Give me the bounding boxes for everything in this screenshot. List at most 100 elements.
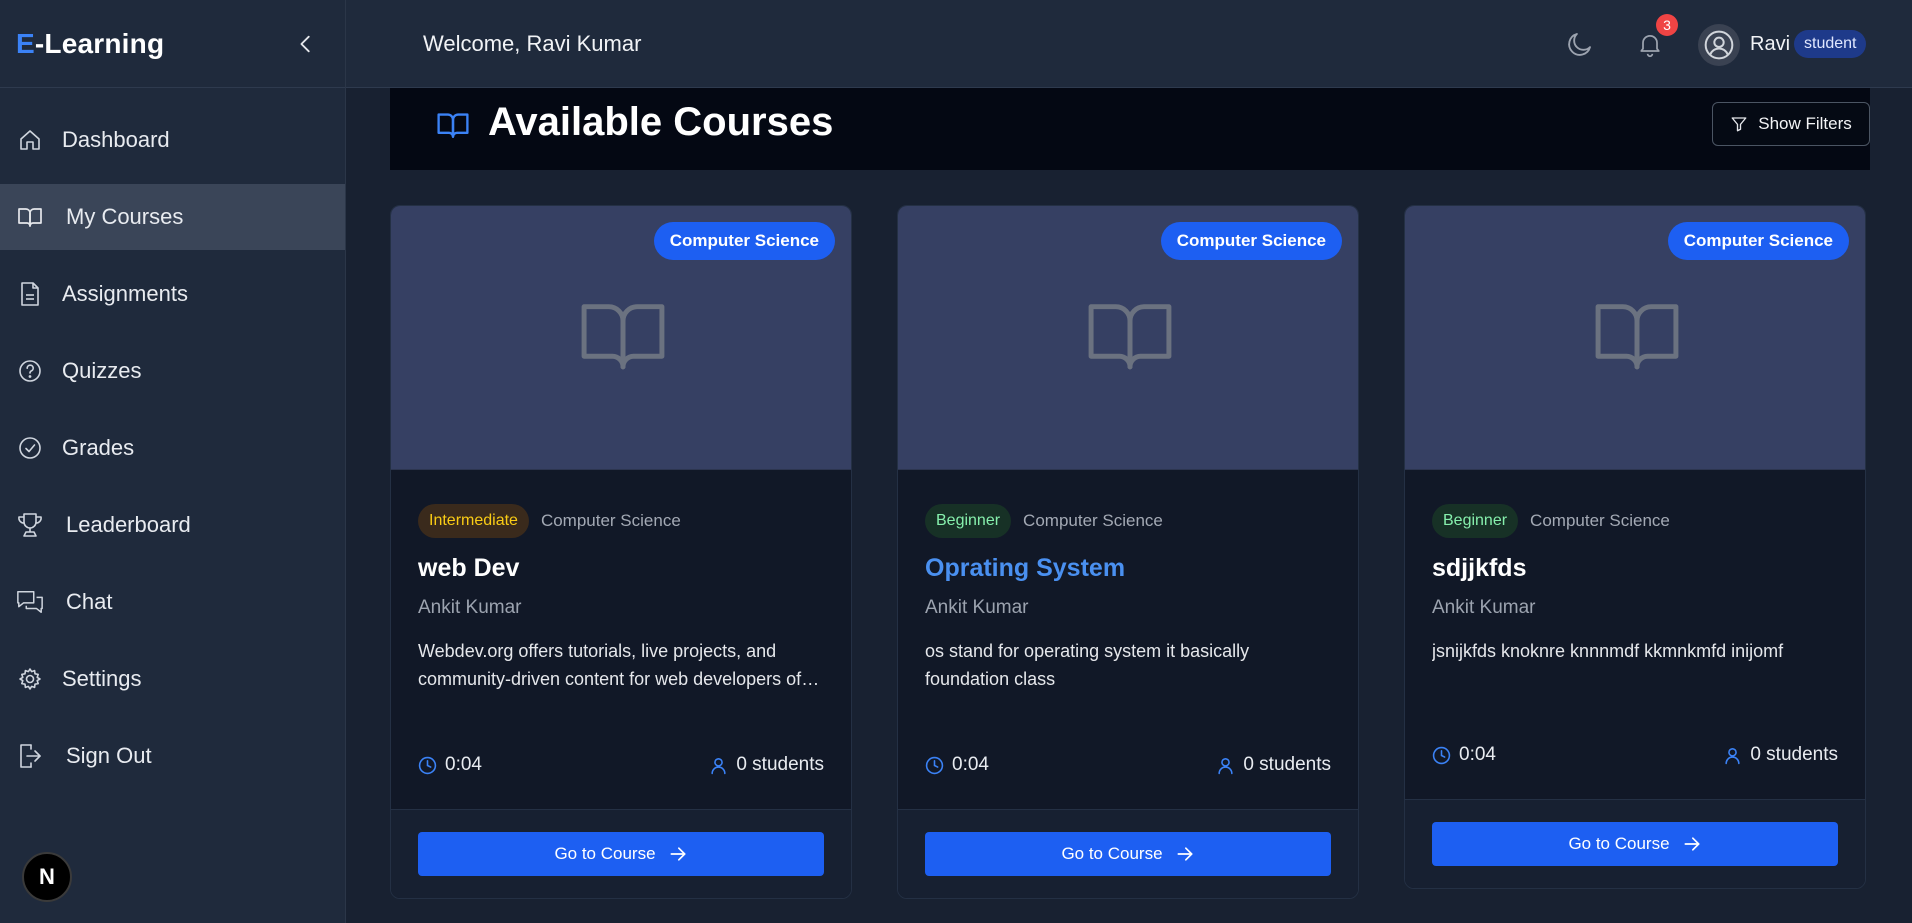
duration-value: 0:04 xyxy=(952,754,989,775)
welcome-message: Welcome, Ravi Kumar xyxy=(423,31,642,56)
sidebar-item-my-courses[interactable]: My Courses xyxy=(0,184,345,250)
sidebar-item-label: Quizzes xyxy=(62,358,142,383)
moon-icon xyxy=(1568,33,1591,56)
sidebar-item-label: Leaderboard xyxy=(66,512,191,537)
course-category: Computer Science xyxy=(1023,511,1163,530)
course-card: Computer Science Beginner Computer Scien… xyxy=(897,205,1359,899)
bell-icon xyxy=(1640,34,1660,58)
course-description: Webdev.org offers tutorials, live projec… xyxy=(418,641,802,689)
category-badge[interactable]: Computer Science xyxy=(1667,222,1849,260)
course-thumbnail: Computer Science xyxy=(898,206,1358,470)
book-icon xyxy=(437,113,469,138)
course-title[interactable]: sdjjkfds xyxy=(1432,554,1838,583)
chevron-left-icon xyxy=(300,35,310,53)
show-filters-button[interactable]: Show Filters xyxy=(1712,102,1870,146)
sidebar: E-Learning Dashboard My Courses Assignme… xyxy=(0,0,346,923)
sidebar-item-chat[interactable]: Chat xyxy=(0,569,345,635)
course-meta: 0:04 0 students xyxy=(418,751,824,779)
main-content: Available Courses Show Filters Computer … xyxy=(346,88,1912,923)
students-value: 0 students xyxy=(1243,754,1331,775)
sidebar-item-settings[interactable]: Settings xyxy=(0,646,345,712)
collapse-sidebar-button[interactable] xyxy=(290,28,322,60)
course-card-footer: Go to Course xyxy=(898,809,1358,898)
go-to-course-button[interactable]: Go to Course xyxy=(418,832,824,876)
category-badge[interactable]: Computer Science xyxy=(1160,222,1342,260)
filter-icon xyxy=(1731,117,1747,132)
arrow-right-icon xyxy=(670,847,686,861)
course-tags: Beginner Computer Science xyxy=(925,504,1331,538)
go-to-course-button[interactable]: Go to Course xyxy=(1432,822,1838,866)
sidebar-item-assignments[interactable]: Assignments xyxy=(0,261,345,327)
nextjs-badge[interactable]: N xyxy=(22,852,72,902)
brand-logo[interactable]: E-Learning xyxy=(16,28,164,60)
avatar[interactable] xyxy=(1698,24,1740,66)
sidebar-item-label: My Courses xyxy=(66,204,184,229)
trophy-icon xyxy=(16,511,44,539)
level-badge: Intermediate xyxy=(418,504,529,538)
course-card-footer: Go to Course xyxy=(1405,799,1865,888)
clock-icon xyxy=(925,756,944,774)
brand-prefix: E xyxy=(16,27,35,59)
level-badge: Beginner xyxy=(1432,504,1519,538)
sidebar-item-leaderboard[interactable]: Leaderboard xyxy=(0,492,345,558)
sidebar-item-quizzes[interactable]: Quizzes xyxy=(0,338,345,404)
go-to-course-label: Go to Course xyxy=(1061,844,1163,863)
course-description: os stand for operating system it basical… xyxy=(925,641,1250,689)
show-filters-label: Show Filters xyxy=(1758,114,1852,133)
course-card: Computer Science Beginner Computer Scien… xyxy=(1404,205,1866,889)
course-category: Computer Science xyxy=(540,511,681,530)
user-icon xyxy=(1218,757,1233,774)
course-students: 0 students xyxy=(1216,754,1331,776)
duration-value: 0:04 xyxy=(445,754,482,775)
sidebar-item-dashboard[interactable]: Dashboard xyxy=(0,107,345,173)
sidebar-item-sign-out[interactable]: Sign Out xyxy=(0,723,345,789)
notification-badge: 3 xyxy=(1656,14,1678,36)
check-circle-icon xyxy=(16,434,44,462)
book-icon xyxy=(16,203,44,231)
sidebar-item-grades[interactable]: Grades xyxy=(0,415,345,481)
course-students: 0 students xyxy=(1723,744,1838,766)
sign-out-icon xyxy=(16,742,44,770)
course-instructor: Ankit Kumar xyxy=(418,597,522,618)
course-tags: Intermediate Computer Science xyxy=(418,504,824,538)
course-thumbnail: Computer Science xyxy=(391,206,851,470)
clock-icon xyxy=(418,756,437,774)
course-category: Computer Science xyxy=(1530,511,1670,530)
user-icon xyxy=(711,757,726,774)
course-tags: Beginner Computer Science xyxy=(1432,504,1838,538)
sidebar-item-label: Dashboard xyxy=(62,127,170,152)
file-text-icon xyxy=(16,280,44,308)
sidebar-item-label: Sign Out xyxy=(66,743,152,768)
course-meta: 0:04 0 students xyxy=(925,751,1331,779)
course-duration: 0:04 xyxy=(1432,744,1496,766)
go-to-course-button[interactable]: Go to Course xyxy=(925,832,1331,876)
sidebar-item-label: Settings xyxy=(62,666,142,691)
course-title[interactable]: Oprating System xyxy=(925,554,1331,583)
chat-icon xyxy=(16,588,44,616)
course-card: Computer Science Intermediate Computer S… xyxy=(390,205,852,899)
course-instructor: Ankit Kumar xyxy=(925,597,1029,618)
course-card-body: Beginner Computer Science Oprating Syste… xyxy=(898,504,1358,779)
course-thumbnail: Computer Science xyxy=(1405,206,1865,470)
sidebar-nav: Dashboard My Courses Assignments Quizzes xyxy=(0,107,345,789)
students-value: 0 students xyxy=(736,754,824,775)
go-to-course-label: Go to Course xyxy=(554,844,656,863)
course-students: 0 students xyxy=(709,754,824,776)
theme-toggle-button[interactable] xyxy=(1560,24,1600,64)
category-badge[interactable]: Computer Science xyxy=(653,222,835,260)
students-value: 0 students xyxy=(1750,744,1838,765)
home-icon xyxy=(16,126,44,154)
arrow-right-icon xyxy=(1177,847,1193,861)
course-duration: 0:04 xyxy=(418,754,482,776)
page-title-bar: Available Courses Show Filters xyxy=(390,88,1870,170)
brand-name: -Learning xyxy=(34,27,165,59)
user-circle-icon xyxy=(1704,30,1734,60)
app-root: E-Learning Dashboard My Courses Assignme… xyxy=(0,0,1912,923)
top-header: Welcome, Ravi Kumar xyxy=(346,0,1912,88)
duration-value: 0:04 xyxy=(1459,744,1496,765)
sidebar-item-label: Grades xyxy=(62,435,135,460)
sidebar-item-label: Assignments xyxy=(62,281,188,306)
course-title[interactable]: web Dev xyxy=(418,554,824,583)
book-placeholder-icon xyxy=(1088,304,1172,370)
go-to-course-label: Go to Course xyxy=(1568,834,1670,853)
